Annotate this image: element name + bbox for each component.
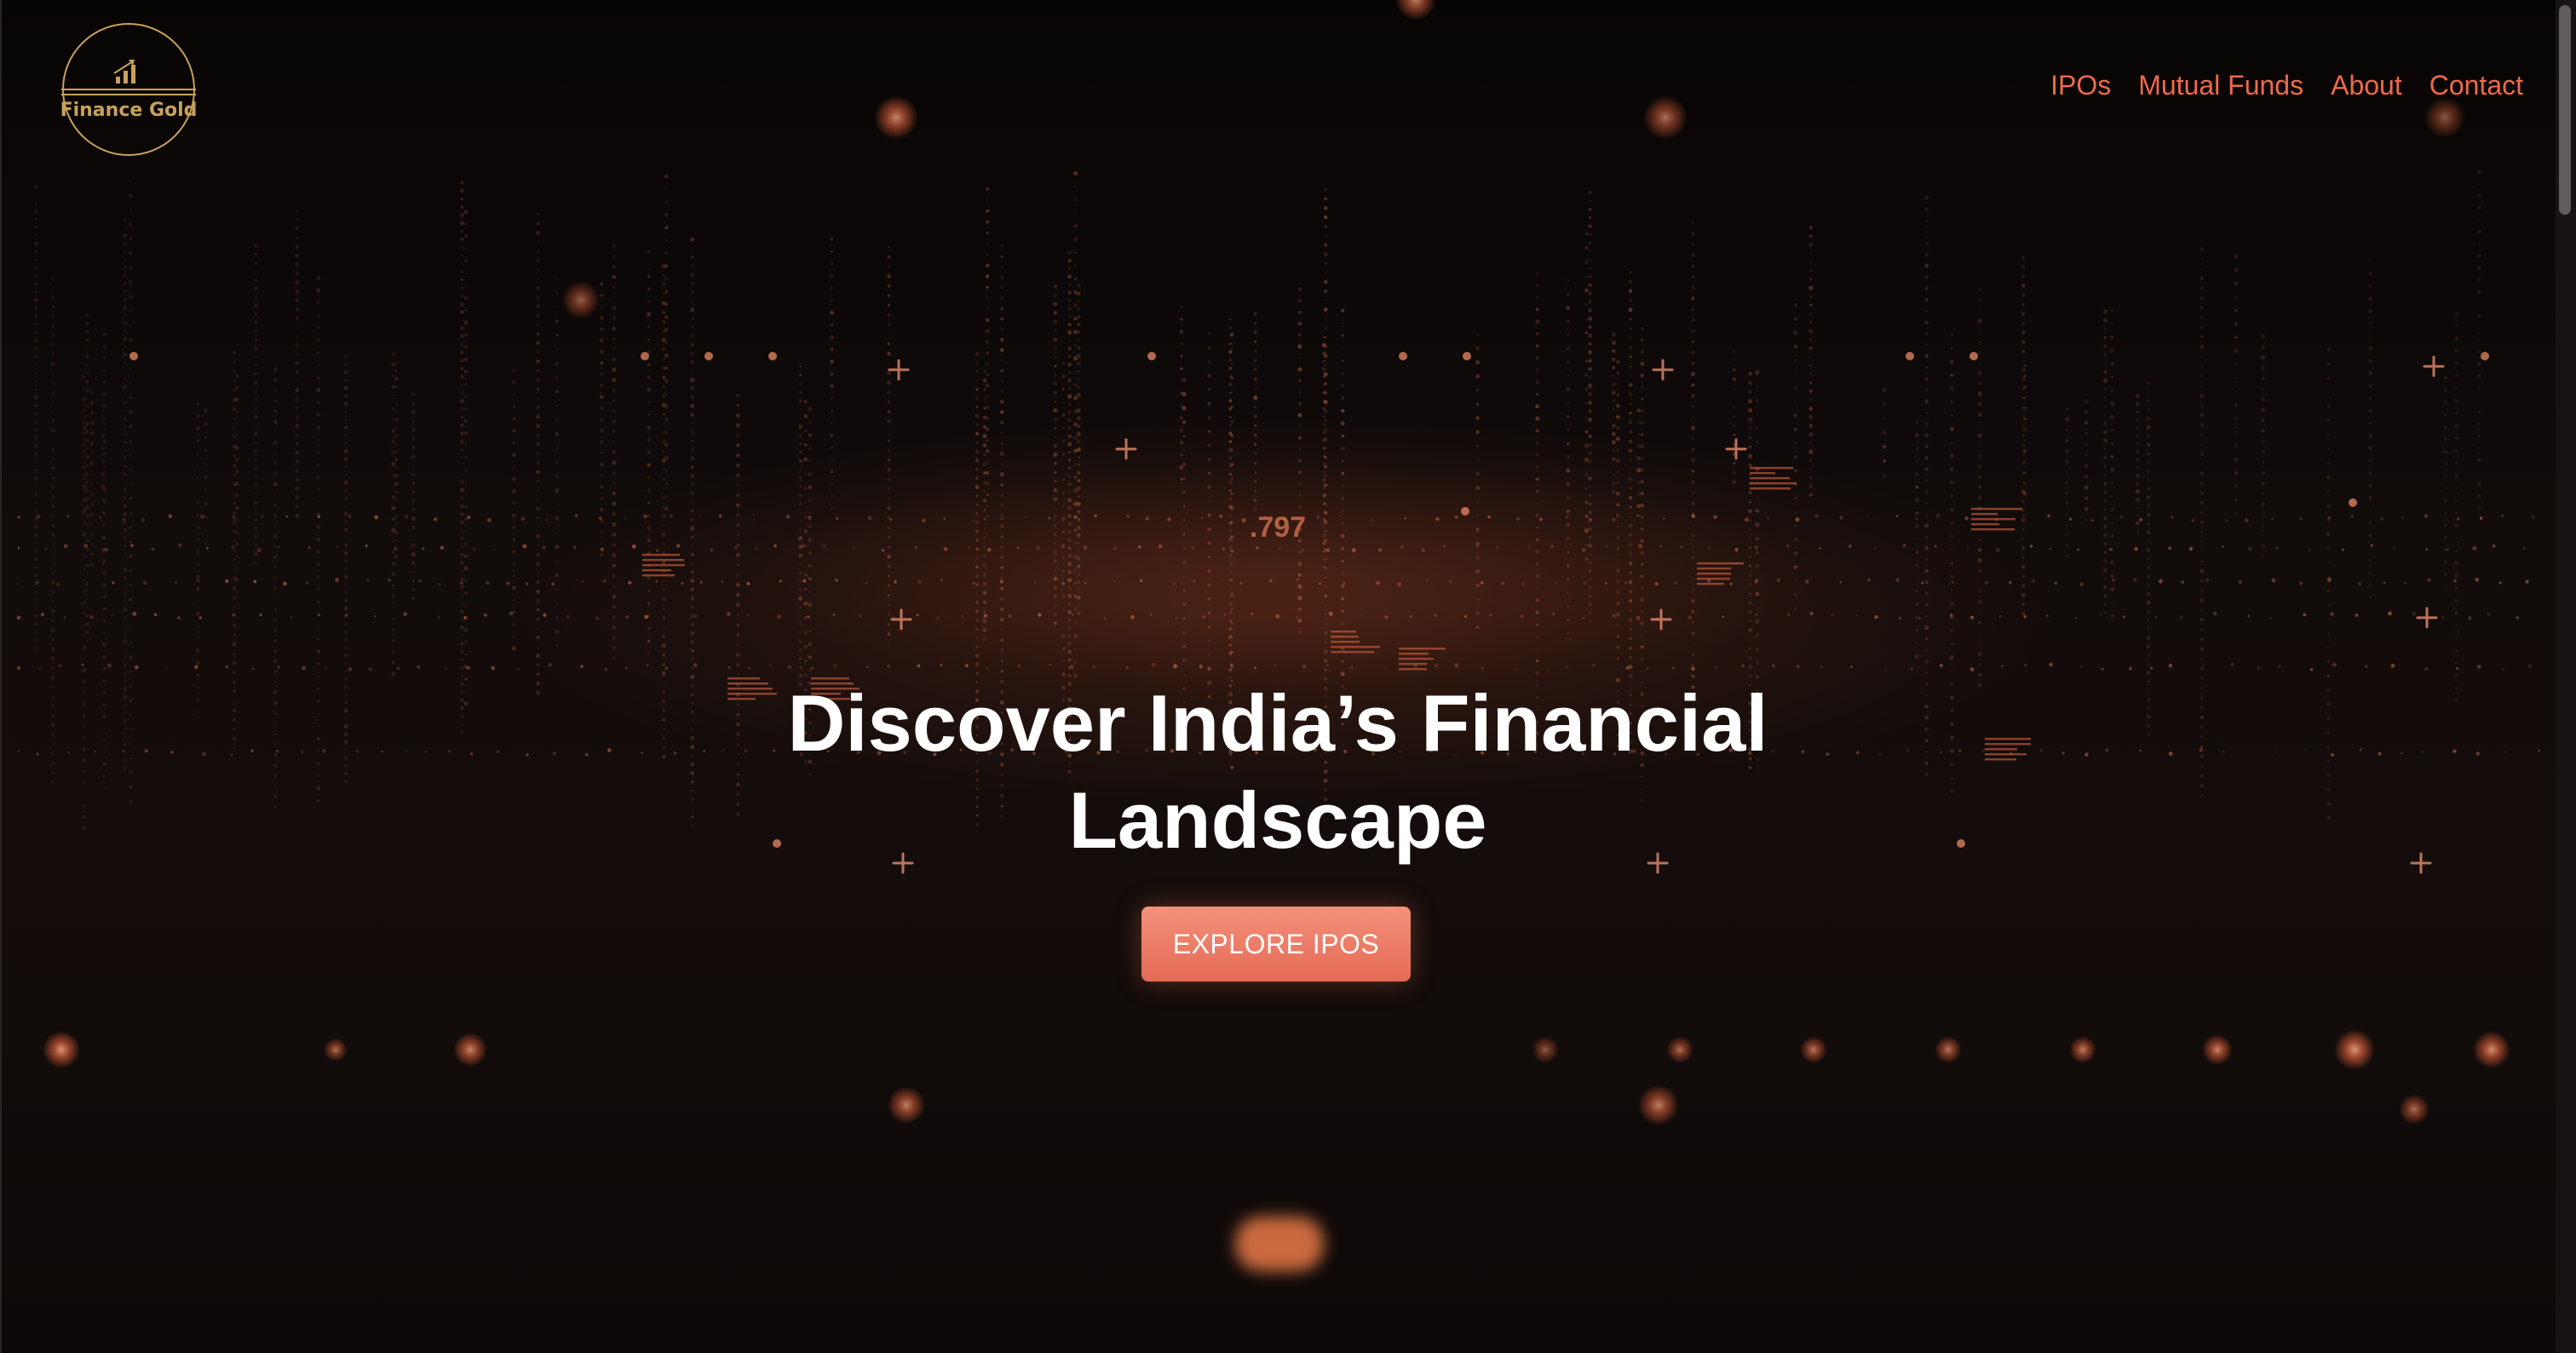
- nav-link-contact[interactable]: Contact: [2429, 70, 2523, 101]
- bar-chart-icon: [113, 60, 135, 83]
- hero-headline: Discover India’s Financial Landscape: [787, 678, 1768, 865]
- background-readout: .797: [1250, 511, 1306, 544]
- explore-ipos-button[interactable]: EXPLORE IPOS: [1141, 907, 1411, 982]
- finance-gold-logo[interactable]: Finance Gold: [58, 19, 199, 160]
- main-nav: IPOs Mutual Funds About Contact: [2050, 70, 2523, 101]
- nav-link-mutual-funds[interactable]: Mutual Funds: [2138, 70, 2303, 101]
- brand-name: Finance Gold: [60, 100, 198, 121]
- nav-link-ipos[interactable]: IPOs: [2050, 70, 2111, 101]
- nav-link-about[interactable]: About: [2331, 70, 2402, 101]
- scrollbar-thumb[interactable]: [2559, 5, 2571, 215]
